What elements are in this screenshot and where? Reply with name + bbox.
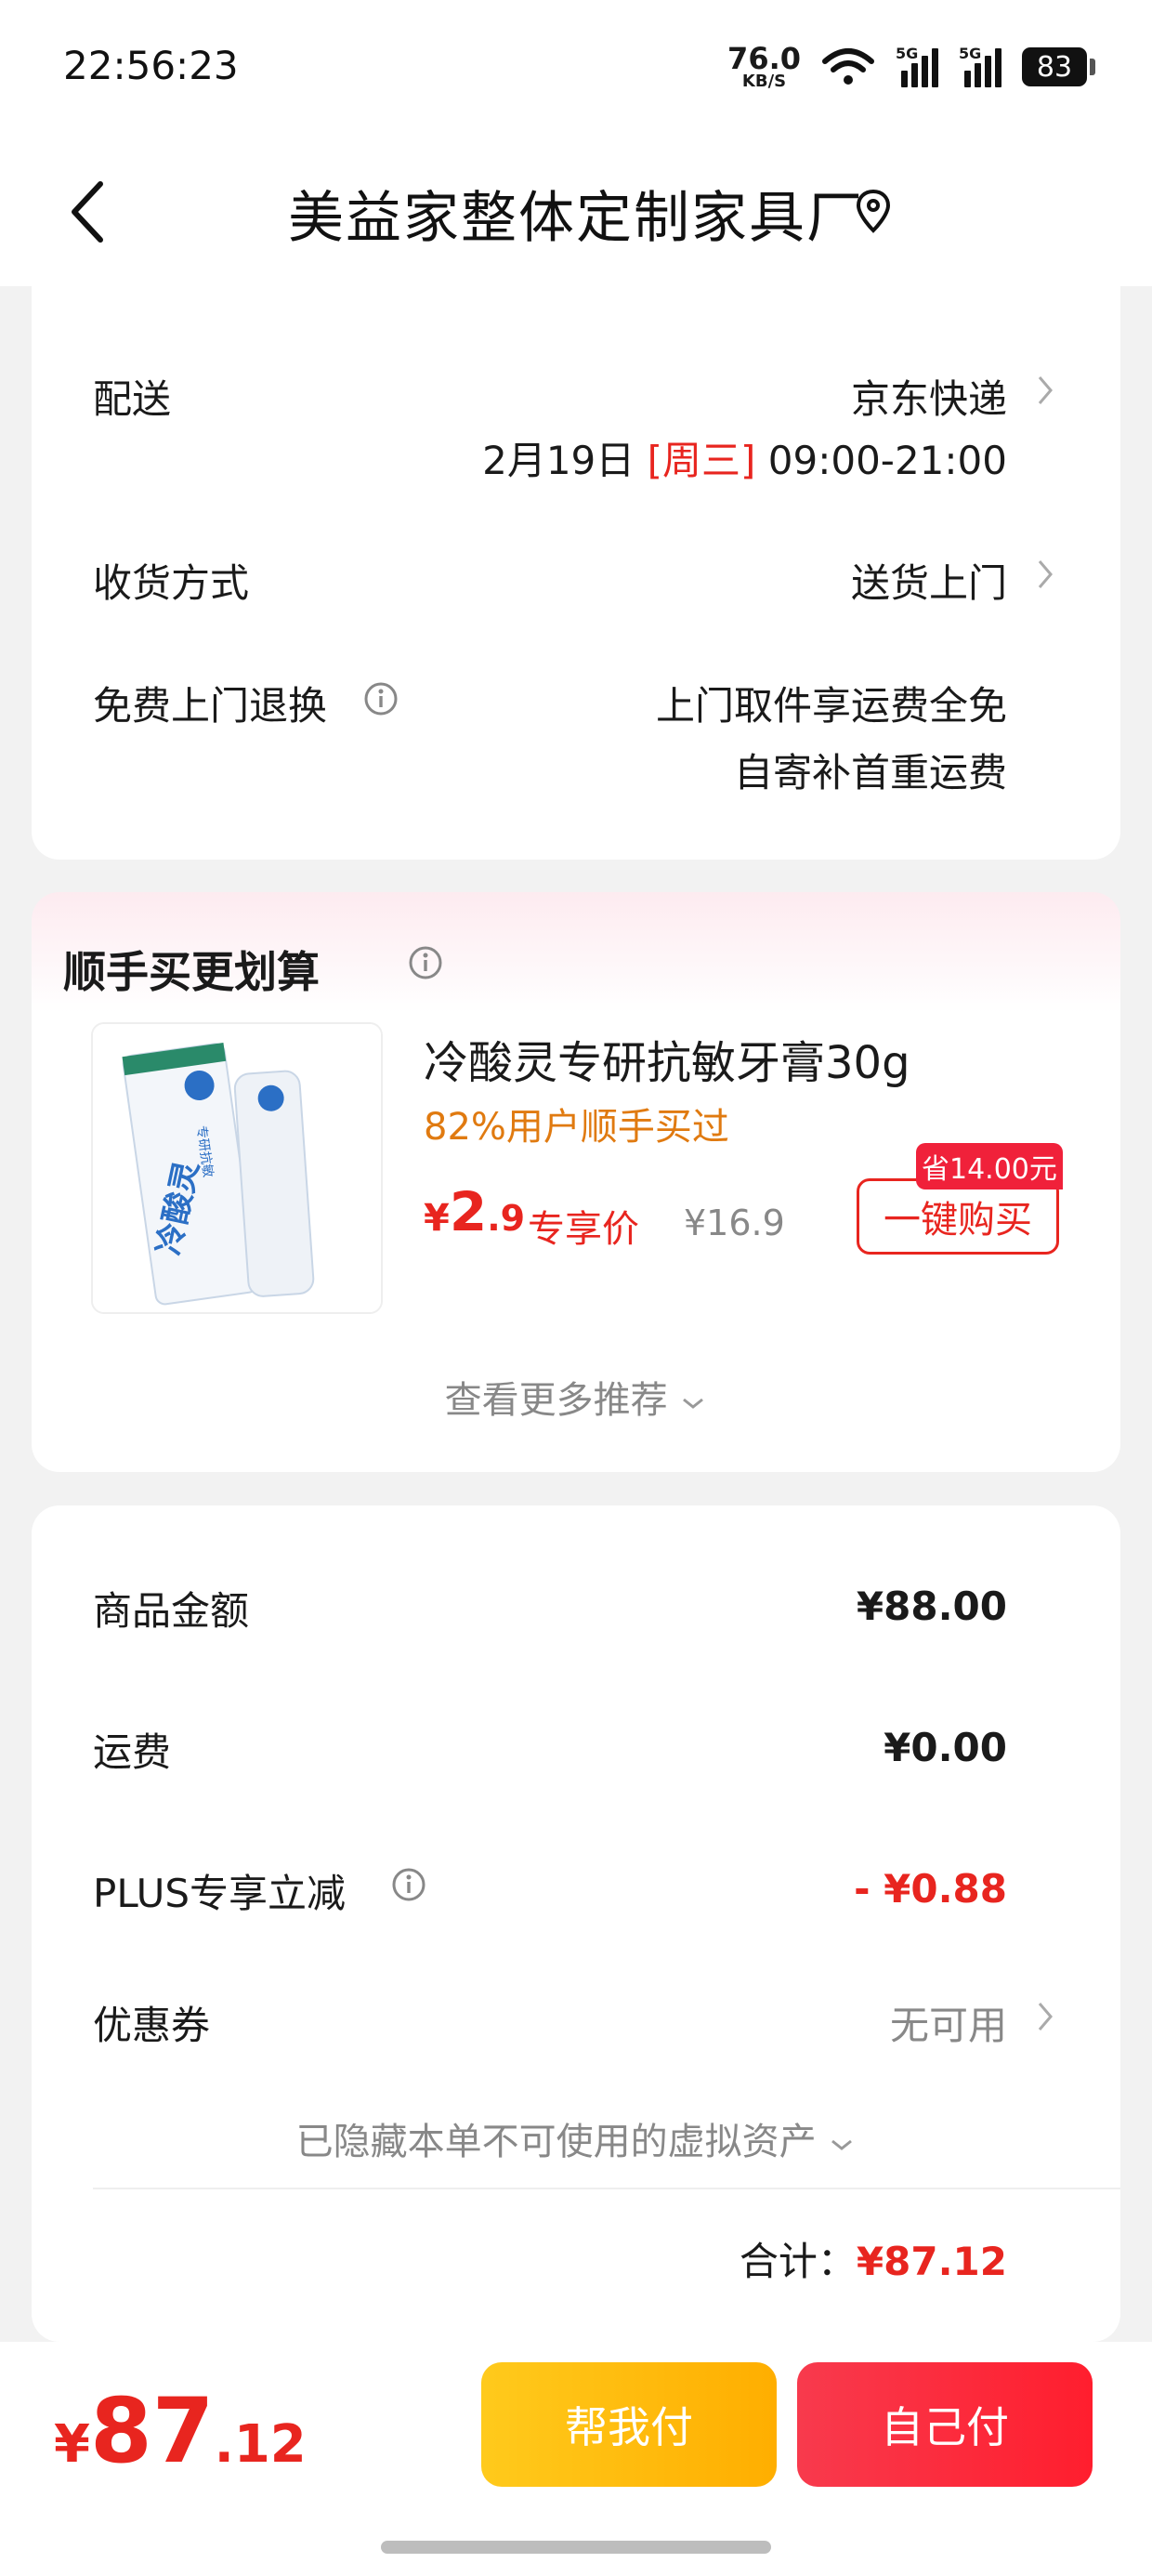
delivery-time: 2月19日 [周三] 09:00-21:00	[482, 429, 1007, 486]
wifi-icon	[822, 48, 874, 85]
price-integer: 2	[449, 1180, 488, 1243]
signal-label: 5G	[896, 45, 919, 62]
shipping-value: ¥0.00	[884, 1725, 1007, 1770]
coupon-label: 优惠券	[93, 2003, 211, 2048]
goods-amount-label: 商品金额	[93, 1588, 250, 1634]
divider	[93, 2188, 1120, 2189]
coupon-value[interactable]: 无可用	[890, 1994, 1007, 2051]
total-value: ¥87.12	[856, 2239, 1007, 2284]
upsell-product-sub: 82%用户顺手买过	[424, 1106, 729, 1149]
chevron-right-icon[interactable]	[1035, 1998, 1055, 2035]
network-speed: 76.0 KB/S	[727, 44, 801, 90]
hidden-assets-toggle[interactable]: 已隐藏本单不可使用的虚拟资产	[0, 2111, 1152, 2165]
battery-icon: 83	[1022, 47, 1095, 86]
chevron-right-icon[interactable]	[1035, 372, 1055, 409]
network-speed-unit: KB/S	[741, 72, 787, 91]
hidden-assets-label: 已隐藏本单不可使用的虚拟资产	[295, 2121, 817, 2163]
delivery-label: 配送	[93, 376, 172, 422]
save-badge: 省14.00元	[916, 1143, 1063, 1189]
price-decimal: .9	[487, 1198, 526, 1239]
delivery-carrier[interactable]: 京东快递	[851, 368, 1007, 425]
upsell-product-name[interactable]: 冷酸灵专研抗敏牙膏30g	[424, 1026, 910, 1091]
free-return-line1: 上门取件享运费全免	[655, 683, 1007, 729]
free-return-label: 免费上门退换	[93, 683, 328, 729]
free-return-line2: 自寄补首重运费	[733, 750, 1007, 795]
plus-discount-label: PLUS专享立减	[93, 1871, 347, 1916]
info-icon[interactable]	[407, 944, 444, 981]
more-recommendations-link[interactable]: 查看更多推荐	[0, 1370, 1152, 1424]
original-price: ¥16.9	[684, 1203, 785, 1243]
upsell-price: ¥2.9	[424, 1180, 525, 1243]
delivery-date: 2月19日	[482, 438, 635, 483]
location-pin-icon[interactable]	[853, 188, 894, 236]
exclusive-price-tag: 专享价	[528, 1208, 639, 1251]
delivery-time-window: 09:00-21:00	[767, 438, 1007, 483]
chevron-down-icon	[683, 1398, 704, 1409]
signal-icon: 5G	[896, 45, 938, 87]
receive-method-value[interactable]: 送货上门	[851, 552, 1007, 609]
network-speed-value: 76.0	[727, 41, 801, 76]
checkout-currency: ¥	[54, 2414, 90, 2475]
checkout-price-integer: 87	[89, 2379, 215, 2483]
page-title: 美益家整体定制家具厂	[288, 186, 864, 251]
price-currency: ¥	[424, 1197, 450, 1240]
goods-amount-value: ¥88.00	[856, 1584, 1007, 1629]
chevron-down-icon	[831, 2139, 853, 2150]
help-me-pay-button[interactable]: 帮我付	[481, 2362, 777, 2487]
toothpaste-image: 冷酸灵 专研抗敏	[93, 1024, 381, 1312]
pay-myself-button[interactable]: 自己付	[797, 2362, 1093, 2487]
receive-method-label: 收货方式	[93, 560, 250, 606]
info-icon[interactable]	[390, 1866, 427, 1903]
upsell-title: 顺手买更划算	[63, 947, 320, 997]
status-time: 22:56:23	[63, 43, 239, 88]
status-bar: 22:56:23 76.0 KB/S 5G 5G 83	[0, 0, 1152, 138]
checkout-price: ¥87.12	[54, 2379, 307, 2483]
signal-label: 5G	[959, 45, 982, 62]
one-click-buy-button[interactable]: 一键购买	[857, 1178, 1059, 1255]
status-icons: 76.0 KB/S 5G 5G 83	[727, 41, 1095, 93]
product-image[interactable]: 冷酸灵 专研抗敏	[91, 1022, 383, 1314]
title-bar: 美益家整体定制家具厂	[0, 138, 1152, 286]
plus-discount-value: - ¥0.88	[854, 1866, 1007, 1912]
checkout-price-decimal: .12	[214, 2414, 307, 2475]
chevron-right-icon[interactable]	[1035, 556, 1055, 593]
signal-icon: 5G	[959, 45, 1001, 87]
info-icon[interactable]	[362, 680, 399, 717]
total-label: 合计：	[739, 2239, 857, 2284]
home-indicator[interactable]	[381, 2541, 771, 2554]
shipping-label: 运费	[93, 1729, 172, 1775]
more-recommendations-label: 查看更多推荐	[444, 1379, 668, 1422]
delivery-weekday: [周三]	[647, 438, 756, 483]
total-line: 合计：¥87.12	[740, 2230, 1007, 2287]
